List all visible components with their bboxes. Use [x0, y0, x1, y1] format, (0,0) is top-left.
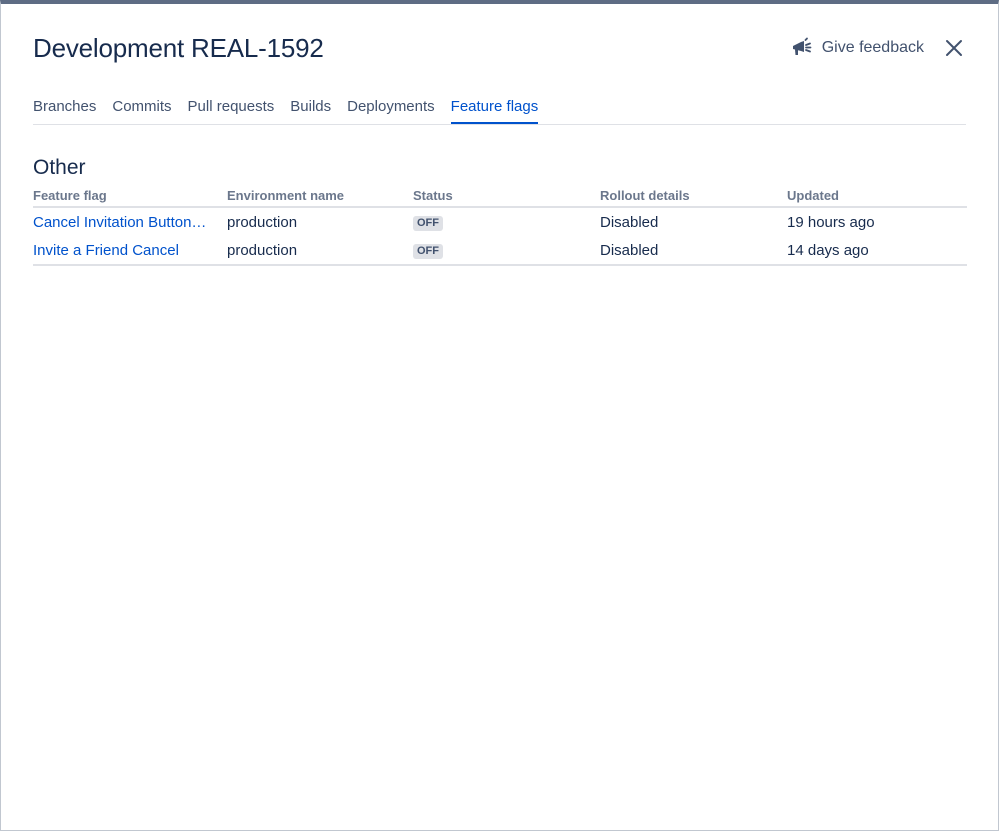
- close-button[interactable]: [942, 36, 966, 60]
- column-header-environment-name: Environment name: [227, 184, 413, 208]
- close-icon: [945, 39, 963, 57]
- column-header-status: Status: [413, 184, 600, 208]
- tab-branches[interactable]: Branches: [33, 96, 96, 122]
- table-row: Cancel Invitation Button… production OFF…: [33, 207, 967, 236]
- section-title: Other: [33, 156, 86, 179]
- tab-pull-requests[interactable]: Pull requests: [188, 96, 275, 122]
- column-header-rollout-details: Rollout details: [600, 184, 787, 208]
- environment-cell: production: [227, 213, 298, 231]
- table-row: Invite a Friend Cancel production OFF Di…: [33, 236, 967, 266]
- status-badge: OFF: [413, 244, 443, 259]
- flag-cell: Invite a Friend Cancel: [33, 236, 227, 266]
- updated-cell: 14 days ago: [787, 236, 967, 266]
- column-header-updated: Updated: [787, 184, 967, 208]
- status-cell: OFF: [413, 236, 600, 266]
- feature-flags-table: Feature flag Environment name Status Rol…: [33, 184, 967, 266]
- column-header-feature-flag: Feature flag: [33, 184, 227, 208]
- feature-flag-link[interactable]: Cancel Invitation Button…: [33, 214, 211, 231]
- dialog-title: Development REAL-1592: [33, 33, 324, 63]
- tab-deployments[interactable]: Deployments: [347, 96, 435, 122]
- tab-commits[interactable]: Commits: [112, 96, 171, 122]
- dialog-header: Development REAL-1592 Give feedback: [33, 28, 966, 68]
- development-dialog: Development REAL-1592 Give feedback Bran…: [0, 0, 999, 831]
- tab-bar: Branches Commits Pull requests Builds De…: [33, 96, 966, 125]
- give-feedback-button[interactable]: Give feedback: [790, 37, 924, 59]
- tab-builds[interactable]: Builds: [290, 96, 331, 122]
- updated-cell: 19 hours ago: [787, 213, 875, 231]
- status-cell: OFF: [413, 207, 600, 236]
- flag-cell: Cancel Invitation Button…: [33, 207, 227, 236]
- feature-flag-link[interactable]: Invite a Friend Cancel: [33, 242, 211, 259]
- give-feedback-label: Give feedback: [821, 39, 924, 56]
- rollout-cell: Disabled: [600, 213, 659, 231]
- tab-feature-flags[interactable]: Feature flags: [450, 96, 538, 124]
- header-actions: Give feedback: [790, 36, 966, 60]
- table-header-row: Feature flag Environment name Status Rol…: [33, 184, 967, 208]
- rollout-cell: Disabled: [600, 236, 787, 266]
- status-badge: OFF: [413, 216, 443, 231]
- megaphone-icon: [790, 37, 812, 59]
- environment-cell: production: [227, 236, 413, 266]
